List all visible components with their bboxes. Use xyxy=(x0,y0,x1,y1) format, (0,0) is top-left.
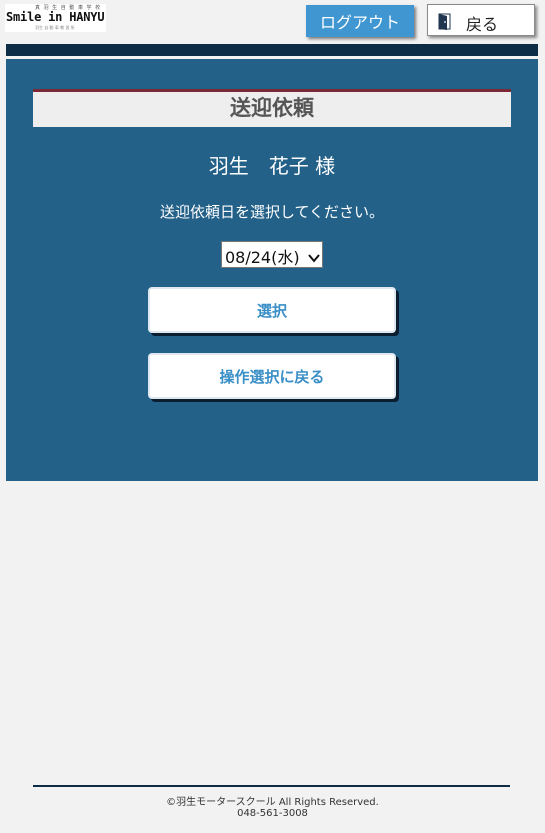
logo-text: Smile in HANYU xyxy=(6,10,105,24)
copyright-text: ©羽生モータースクール All Rights Reserved. xyxy=(166,797,379,808)
door-icon xyxy=(438,13,452,34)
top-divider-bar xyxy=(6,44,538,56)
logout-button[interactable]: ログアウト xyxy=(306,5,414,37)
chevron-down-icon xyxy=(308,248,320,267)
page-title: 送迎依頼 xyxy=(33,89,511,127)
select-button[interactable]: 選択 xyxy=(148,287,396,333)
logo-subtext: 羽生 自 動 車 教 習 所 xyxy=(35,25,75,30)
instruction-text: 送迎依頼日を選択してください。 xyxy=(159,203,385,221)
back-button[interactable]: 戻る xyxy=(427,4,535,36)
return-to-menu-button[interactable]: 操作選択に戻る xyxy=(148,353,396,399)
school-logo[interactable]: 真 羽 生 自 動 車 学 校 Smile in HANYU 羽生 自 動 車 … xyxy=(5,4,106,32)
phone-number: 048-561-3008 xyxy=(237,808,308,819)
pickup-request-panel: 送迎依頼 羽生 花子 様 送迎依頼日を選択してください。 08/24(水) 選択… xyxy=(6,59,538,481)
return-button-label: 操作選択に戻る xyxy=(219,367,325,386)
logout-label: ログアウト xyxy=(319,13,400,32)
select-button-label: 選択 xyxy=(256,301,287,320)
date-select-value: 08/24(水) xyxy=(225,248,300,267)
footer-divider xyxy=(33,785,510,787)
back-label: 戻る xyxy=(466,15,499,34)
header: 真 羽 生 自 動 車 学 校 Smile in HANYU 羽生 自 動 車 … xyxy=(0,0,545,44)
date-select[interactable]: 08/24(水) xyxy=(221,241,323,268)
user-name: 羽生 花子 様 xyxy=(208,154,336,178)
